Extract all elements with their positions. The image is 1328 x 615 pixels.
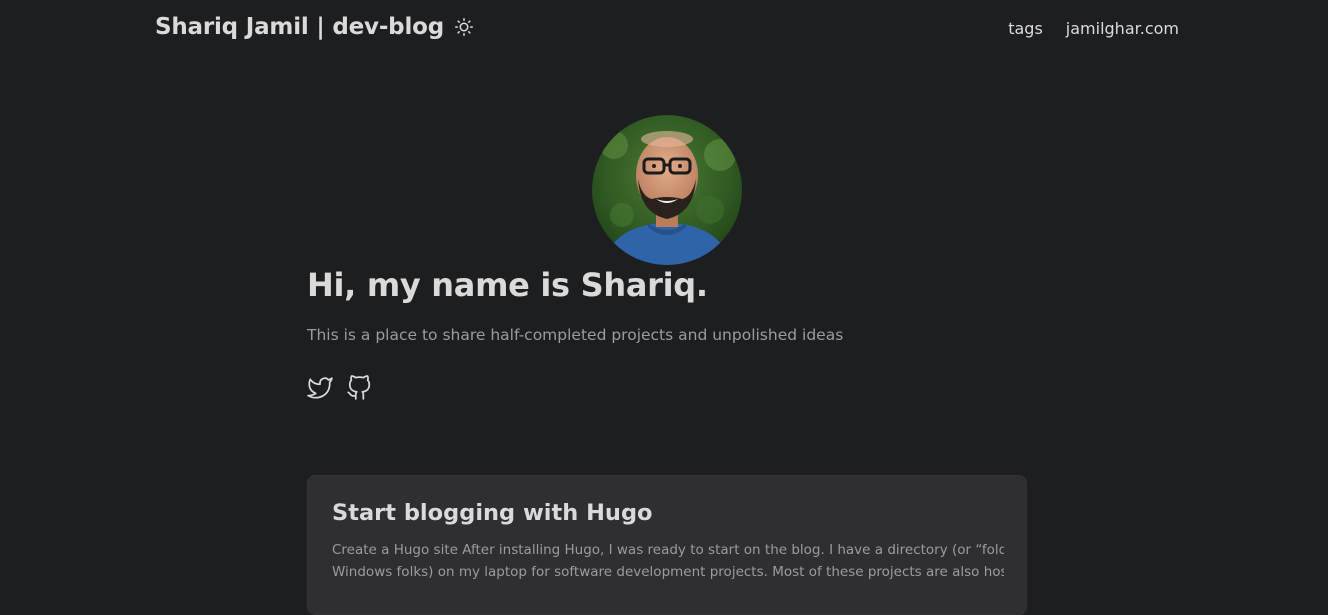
intro-subtitle: This is a place to share half-completed …: [307, 326, 844, 344]
post-summary: Create a Hugo site After installing Hugo…: [332, 539, 1004, 583]
twitter-icon[interactable]: [306, 374, 333, 401]
main-nav: tags jamilghar.com: [1008, 19, 1179, 38]
nav-link-tags[interactable]: tags: [1008, 19, 1043, 38]
social-icons: [306, 374, 372, 401]
site-title-link[interactable]: Shariq Jamil | dev-blog: [155, 14, 444, 40]
logo-switches: Shariq Jamil | dev-blog: [155, 14, 474, 40]
avatar: [592, 115, 742, 265]
post-summary-line: Windows folks) on my laptop for software…: [332, 564, 1004, 580]
nav-link-jamilghar[interactable]: jamilghar.com: [1066, 19, 1179, 38]
github-icon[interactable]: [345, 374, 372, 401]
intro-title: Hi, my name is Shariq.: [307, 266, 708, 304]
post-summary-line: Create a Hugo site After installing Hugo…: [332, 542, 1004, 558]
post-title: Start blogging with Hugo: [332, 500, 653, 526]
post-card[interactable]: Start blogging with Hugo Create a Hugo s…: [307, 475, 1027, 615]
sun-icon[interactable]: [454, 17, 474, 37]
site-header: Shariq Jamil | dev-blog tags jamilghar.c…: [0, 0, 1328, 60]
